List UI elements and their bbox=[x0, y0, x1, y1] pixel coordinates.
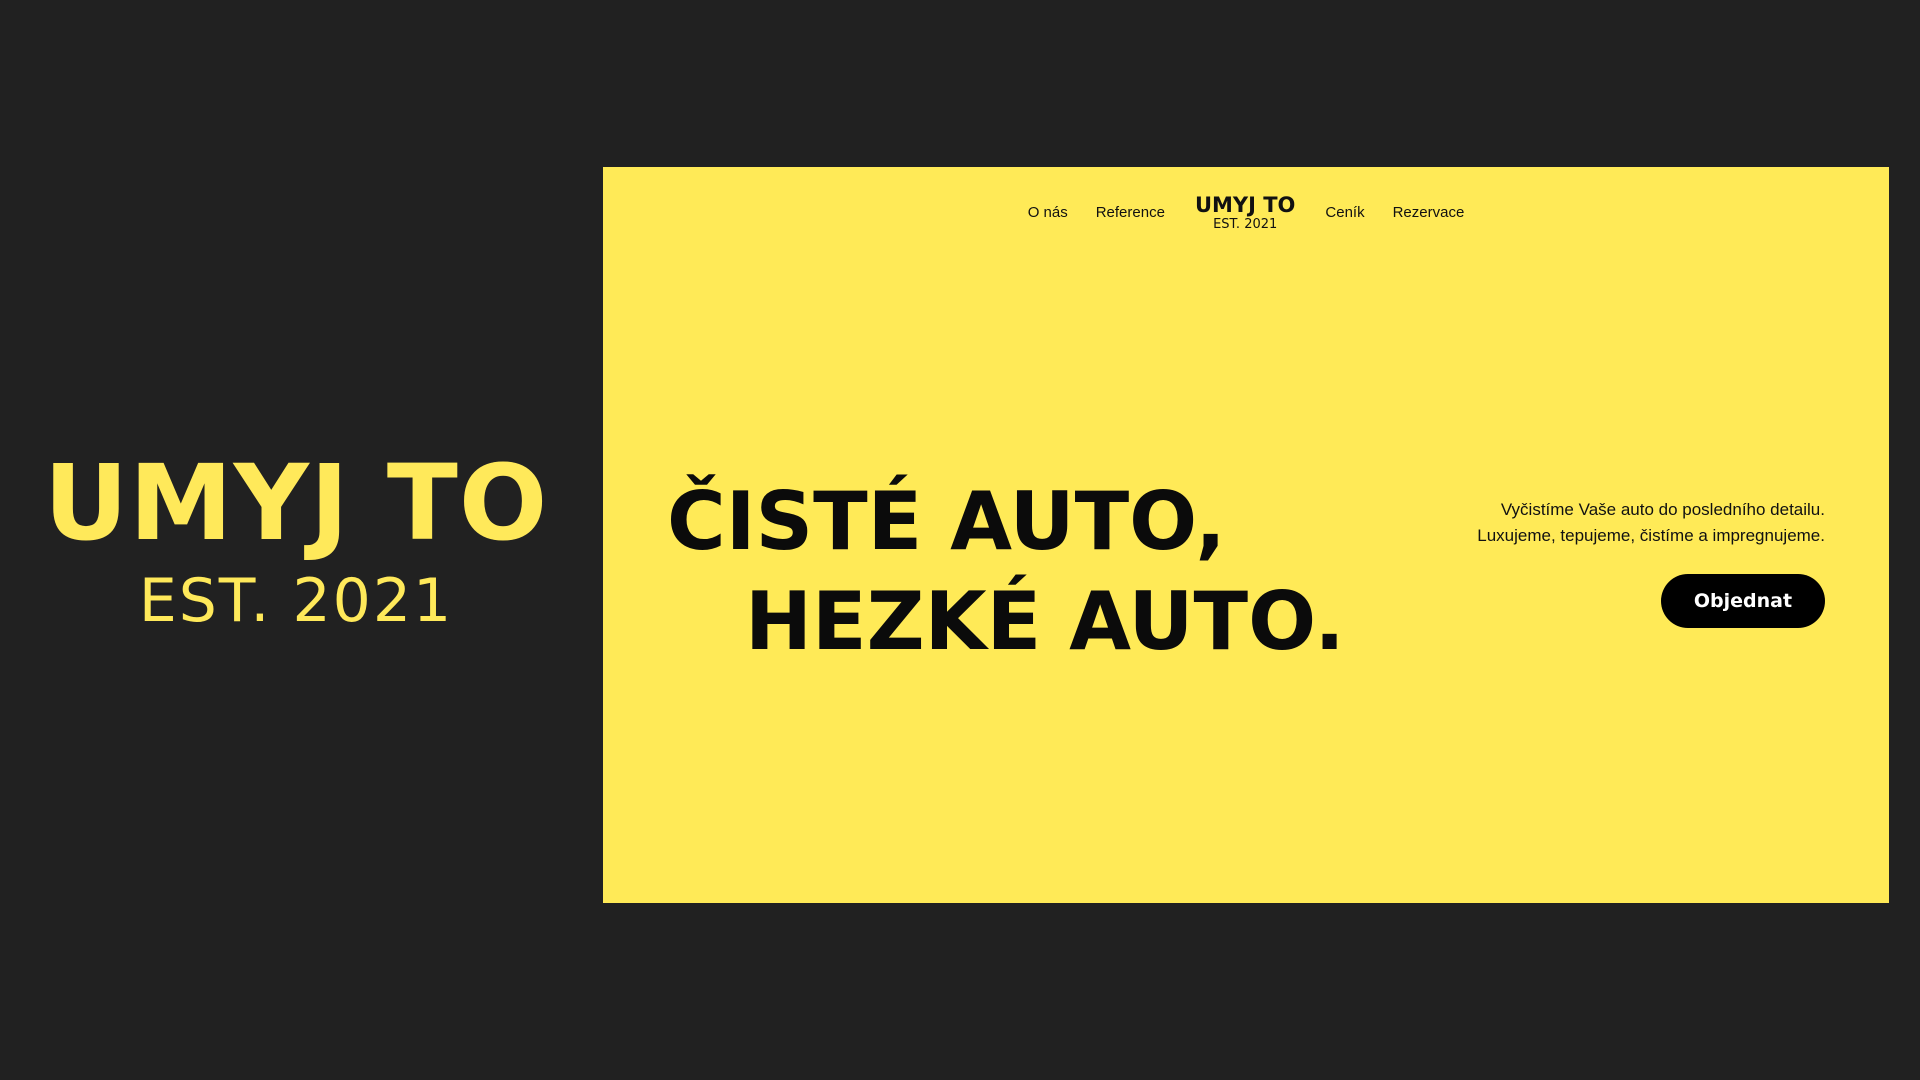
nav-logo-est: EST. 2021 bbox=[1213, 217, 1278, 232]
brand-title: UMYJ TO bbox=[43, 442, 549, 564]
brand-est: EST. 2021 bbox=[138, 566, 454, 636]
nav-link-rezervace[interactable]: Rezervace bbox=[1393, 204, 1465, 221]
hero-headline-line2: HEZKÉ AUTO. bbox=[745, 575, 1345, 668]
hero-description-line2: Luxujeme, tepujeme, čistíme a impregnuje… bbox=[1477, 526, 1825, 545]
hero-description-line1: Vyčistíme Vaše auto do posledního detail… bbox=[1500, 500, 1825, 519]
top-nav: O nás Reference UMYJ TO EST. 2021 Ceník … bbox=[603, 193, 1889, 232]
nav-link-reference[interactable]: Reference bbox=[1096, 204, 1165, 221]
website-preview: O nás Reference UMYJ TO EST. 2021 Ceník … bbox=[603, 167, 1889, 903]
order-button[interactable]: Objednat bbox=[1661, 574, 1825, 628]
nav-logo-name: UMYJ TO bbox=[1194, 193, 1296, 217]
nav-logo[interactable]: UMYJ TO EST. 2021 bbox=[1195, 193, 1295, 232]
brand-block: UMYJ TO EST. 2021 bbox=[0, 445, 592, 637]
hero-description: Vyčistíme Vaše auto do posledního detail… bbox=[1305, 497, 1825, 549]
nav-link-cenik[interactable]: Ceník bbox=[1325, 204, 1364, 221]
hero-headline: ČISTÉ AUTO, HEZKÉ AUTO. bbox=[667, 472, 1345, 672]
nav-link-o-nas[interactable]: O nás bbox=[1028, 204, 1068, 221]
hero-headline-line1: ČISTÉ AUTO, bbox=[667, 475, 1226, 568]
